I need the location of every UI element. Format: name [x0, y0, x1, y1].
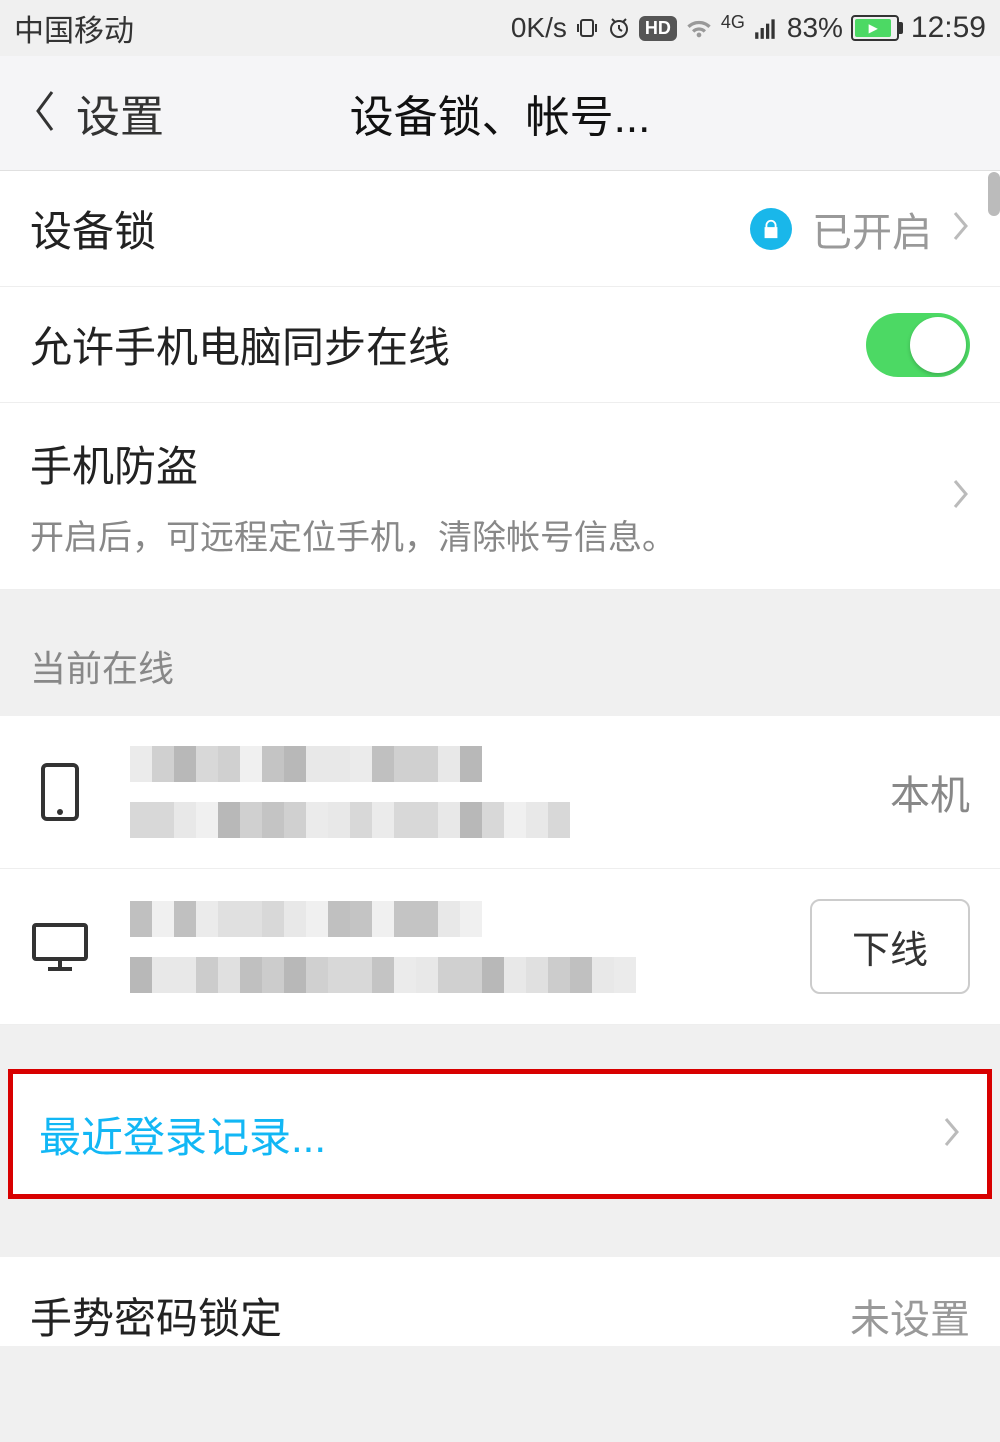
anti-theft-subtitle: 开启后，可远程定位手机，清除帐号信息。 [30, 510, 952, 559]
anti-theft-label: 手机防盗 [30, 433, 952, 494]
sync-online-toggle[interactable] [866, 313, 970, 377]
status-indicators: 0K/s HD 4G 83% 12:59 [511, 11, 986, 45]
chevron-left-icon [30, 88, 60, 139]
recent-login-row[interactable]: 最近登录记录... [13, 1074, 987, 1194]
device-lock-row[interactable]: 设备锁 已开启 [0, 171, 1000, 287]
hd-badge: HD [639, 16, 677, 41]
alarm-icon [607, 16, 631, 40]
online-section-header: 当前在线 [0, 590, 1000, 716]
status-bar: 中国移动 0K/s HD 4G 83% 12:59 [0, 0, 1000, 56]
redacted-device-name [130, 901, 810, 937]
gesture-lock-row[interactable]: 手势密码锁定 未设置 [0, 1257, 1000, 1346]
device-lock-label: 设备锁 [30, 198, 750, 259]
phone-icon [30, 762, 90, 822]
page-title: 设备锁、帐号... [350, 81, 651, 145]
chevron-right-icon [952, 210, 970, 247]
toggle-knob [910, 317, 966, 373]
redacted-device-detail [130, 957, 810, 993]
battery-icon [851, 15, 899, 41]
recent-login-label: 最近登录记录... [39, 1104, 943, 1165]
lock-icon [750, 208, 792, 250]
network-type: 4G [721, 12, 745, 33]
desktop-icon [30, 921, 90, 973]
online-device-phone: 本机 [0, 716, 1000, 869]
chevron-right-icon [952, 478, 970, 515]
sync-online-row: 允许手机电脑同步在线 [0, 287, 1000, 403]
carrier-label: 中国移动 [14, 6, 134, 50]
redacted-device-detail [130, 802, 890, 838]
battery-percent: 83% [787, 12, 843, 44]
chevron-right-icon [943, 1116, 961, 1153]
vibrate-icon [575, 16, 599, 40]
online-device-desktop: 下线 [0, 869, 1000, 1025]
back-button[interactable]: 设置 [30, 81, 164, 145]
gesture-lock-label: 手势密码锁定 [30, 1285, 850, 1346]
device-lock-status: 已开启 [812, 200, 932, 258]
recent-login-highlight: 最近登录记录... [8, 1069, 992, 1199]
redacted-device-name [130, 746, 890, 782]
signal-icon [753, 15, 779, 41]
sync-online-label: 允许手机电脑同步在线 [30, 314, 866, 375]
offline-button[interactable]: 下线 [810, 899, 970, 994]
scrollbar[interactable] [988, 172, 1000, 216]
device-local-label: 本机 [890, 763, 970, 821]
wifi-icon [685, 14, 713, 42]
nav-bar: 设置 设备锁、帐号... [0, 56, 1000, 171]
network-speed: 0K/s [511, 12, 567, 44]
device-info [130, 746, 890, 838]
clock-time: 12:59 [911, 11, 986, 45]
device-info [130, 901, 810, 993]
back-label: 设置 [76, 81, 164, 145]
gesture-lock-status: 未设置 [850, 1287, 970, 1345]
anti-theft-row[interactable]: 手机防盗 开启后，可远程定位手机，清除帐号信息。 [0, 403, 1000, 590]
